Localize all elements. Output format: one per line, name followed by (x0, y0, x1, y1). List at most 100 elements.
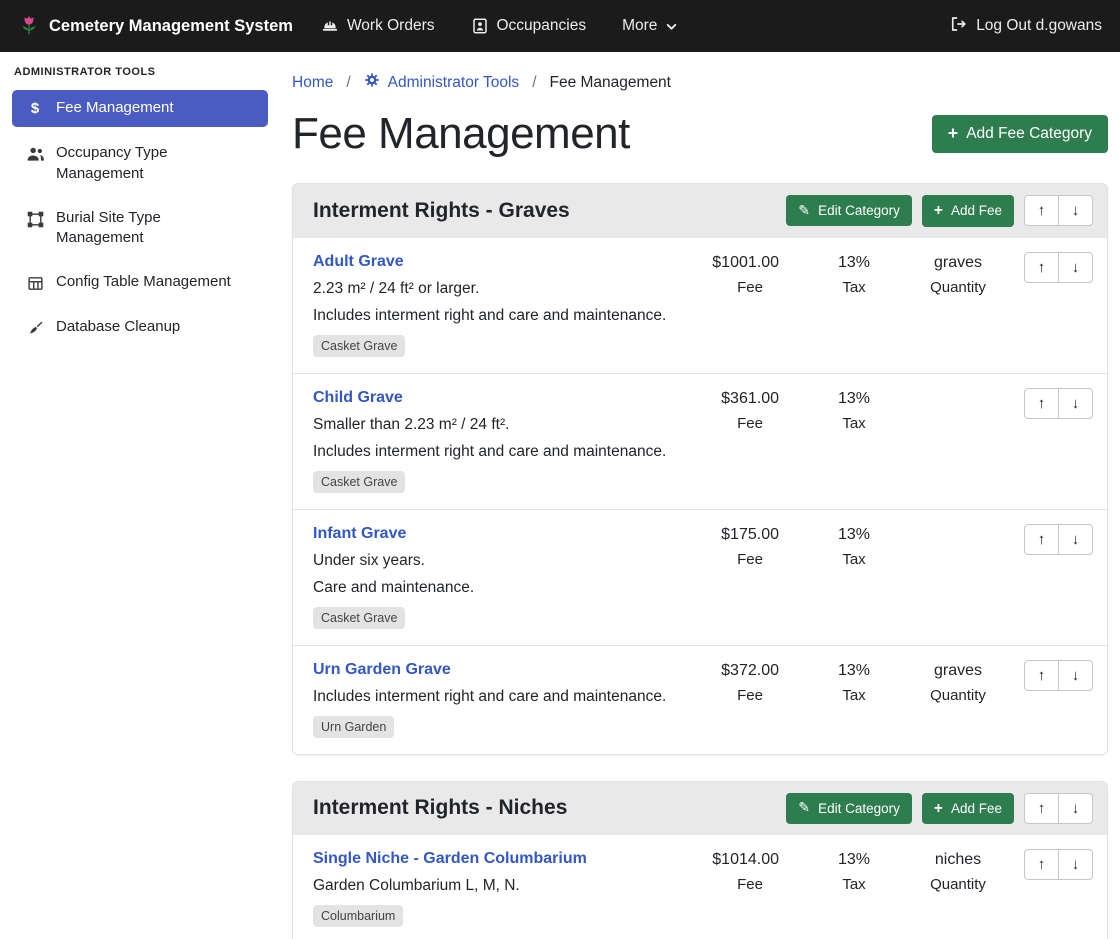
fee-row: Adult Grave 2.23 m² / 24 ft² or larger.I… (293, 238, 1107, 373)
tax-column: 13% Tax (816, 526, 892, 568)
move-fee-down-button[interactable]: ↓ (1058, 388, 1093, 419)
plus-icon: + (934, 801, 943, 817)
move-fee-down-button[interactable]: ↓ (1058, 252, 1093, 283)
quantity-column (903, 526, 1013, 533)
broom-icon (24, 318, 46, 337)
fee-amount-column: $372.00 Fee (698, 662, 802, 704)
sidebar-heading: Administrator Tools (12, 66, 268, 90)
fee-reorder-group: ↑ ↓ (1024, 388, 1093, 419)
tulip-logo-icon (18, 15, 40, 37)
tax-label: Tax (816, 687, 892, 704)
breadcrumb-admin-tools-label: Administrator Tools (388, 74, 520, 92)
tax-percent: 13% (816, 851, 892, 869)
fee-description: Care and maintenance. (313, 579, 688, 597)
arrow-down-icon: ↓ (1072, 801, 1080, 816)
fee-name-link[interactable]: Adult Grave (313, 253, 404, 271)
fee-description: Garden Columbarium L, M, N. (313, 877, 688, 895)
nav-occupancies[interactable]: Occupancies (471, 17, 587, 35)
arrow-up-icon: ↑ (1038, 203, 1046, 218)
move-category-down-button[interactable]: ↓ (1058, 793, 1093, 824)
breadcrumb-separator: / (346, 74, 350, 92)
sidebar-item-label: Config Table Management (56, 272, 231, 292)
move-category-up-button[interactable]: ↑ (1024, 195, 1059, 226)
top-navbar: Cemetery Management System Work Orders O… (0, 0, 1120, 52)
add-fee-category-button[interactable]: + Add Fee Category (932, 115, 1108, 153)
vector-square-icon (24, 209, 46, 228)
add-fee-button[interactable]: + Add Fee (922, 195, 1014, 227)
fee-name-link[interactable]: Urn Garden Grave (313, 661, 451, 679)
fee-category-body: Single Niche - Garden Columbarium Garden… (293, 835, 1107, 939)
sidebar-item-occupancy-type-management[interactable]: Occupancy Type Management (12, 135, 268, 192)
nav-more-label: More (622, 17, 657, 35)
breadcrumb-home-link[interactable]: Home (292, 74, 333, 92)
sidebar-item-fee-management[interactable]: $ Fee Management (12, 90, 268, 127)
quantity-label: Quantity (903, 687, 1013, 704)
hard-hat-icon (321, 17, 339, 35)
add-fee-button[interactable]: + Add Fee (922, 793, 1014, 825)
fee-category-card: Interment Rights - Graves ✎ Edit Categor… (292, 183, 1108, 755)
table-icon (24, 273, 46, 292)
sidebar-item-label: Burial Site Type Management (56, 208, 236, 249)
fee-info: Single Niche - Garden Columbarium Garden… (313, 849, 698, 927)
logout-button[interactable]: Log Out d.gowans (949, 15, 1102, 38)
quantity-unit: graves (903, 254, 1013, 272)
arrow-up-icon: ↑ (1038, 396, 1046, 411)
nav-work-orders[interactable]: Work Orders (321, 17, 435, 35)
tax-label: Tax (816, 876, 892, 893)
quantity-label: Quantity (903, 279, 1013, 296)
fee-category-header: Interment Rights - Graves ✎ Edit Categor… (293, 184, 1107, 238)
fee-amount-column: $175.00 Fee (698, 526, 802, 568)
main-content: Home / Administrator Tools / Fee Mana (280, 52, 1120, 939)
fee-tag-badge: Casket Grave (313, 607, 405, 629)
pencil-icon: ✎ (798, 801, 810, 815)
fee-row: Infant Grave Under six years.Care and ma… (293, 509, 1107, 645)
move-category-down-button[interactable]: ↓ (1058, 195, 1093, 226)
fee-tag-badge: Casket Grave (313, 471, 405, 493)
sidebar-item-label: Fee Management (56, 98, 174, 118)
quantity-column: graves Quantity (903, 254, 1013, 296)
chevron-down-icon (665, 20, 678, 33)
move-fee-up-button[interactable]: ↑ (1024, 524, 1059, 555)
move-fee-up-button[interactable]: ↑ (1024, 252, 1059, 283)
move-fee-down-button[interactable]: ↓ (1058, 524, 1093, 555)
sidebar-item-config-table-management[interactable]: Config Table Management (12, 264, 268, 300)
move-fee-down-button[interactable]: ↓ (1058, 660, 1093, 691)
fee-amount-label: Fee (698, 551, 802, 568)
arrow-up-icon: ↑ (1038, 260, 1046, 275)
breadcrumb-admin-tools-link[interactable]: Administrator Tools (364, 72, 520, 93)
fee-tag-badge: Columbarium (313, 905, 403, 927)
move-fee-down-button[interactable]: ↓ (1058, 849, 1093, 880)
fee-row: Single Niche - Garden Columbarium Garden… (293, 835, 1107, 939)
fee-tag-badge: Casket Grave (313, 335, 405, 357)
fee-amount-column: $1014.00 Fee (698, 851, 802, 893)
move-category-up-button[interactable]: ↑ (1024, 793, 1059, 824)
fee-name-link[interactable]: Infant Grave (313, 525, 406, 543)
sidebar-item-burial-site-type-management[interactable]: Burial Site Type Management (12, 200, 268, 257)
arrow-down-icon: ↓ (1072, 857, 1080, 872)
quantity-column: graves Quantity (903, 662, 1013, 704)
move-fee-up-button[interactable]: ↑ (1024, 388, 1059, 419)
sidebar-item-database-cleanup[interactable]: Database Cleanup (12, 309, 268, 345)
tax-column: 13% Tax (816, 254, 892, 296)
tax-column: 13% Tax (816, 851, 892, 893)
breadcrumb-current: Fee Management (550, 74, 672, 92)
edit-category-button[interactable]: ✎ Edit Category (786, 195, 912, 226)
move-fee-up-button[interactable]: ↑ (1024, 660, 1059, 691)
category-reorder-group: ↑ ↓ (1024, 793, 1093, 824)
nav-more[interactable]: More (622, 17, 678, 35)
sidebar-item-label: Database Cleanup (56, 317, 180, 337)
app-brand[interactable]: Cemetery Management System (18, 15, 293, 37)
fee-amount: $372.00 (698, 662, 802, 680)
page-header: Fee Management + Add Fee Category (292, 109, 1108, 159)
fee-name-link[interactable]: Child Grave (313, 389, 403, 407)
fee-category-title: Interment Rights - Niches (313, 796, 567, 820)
move-fee-up-button[interactable]: ↑ (1024, 849, 1059, 880)
fee-description: Includes interment right and care and ma… (313, 688, 688, 706)
plus-icon: + (948, 125, 958, 143)
occupancy-icon (471, 17, 489, 35)
fee-category-body: Adult Grave 2.23 m² / 24 ft² or larger.I… (293, 238, 1107, 754)
edit-category-button[interactable]: ✎ Edit Category (786, 793, 912, 824)
fee-name-link[interactable]: Single Niche - Garden Columbarium (313, 850, 587, 868)
fee-descriptions: 2.23 m² / 24 ft² or larger.Includes inte… (313, 280, 688, 325)
fee-category-header: Interment Rights - Niches ✎ Edit Categor… (293, 782, 1107, 836)
